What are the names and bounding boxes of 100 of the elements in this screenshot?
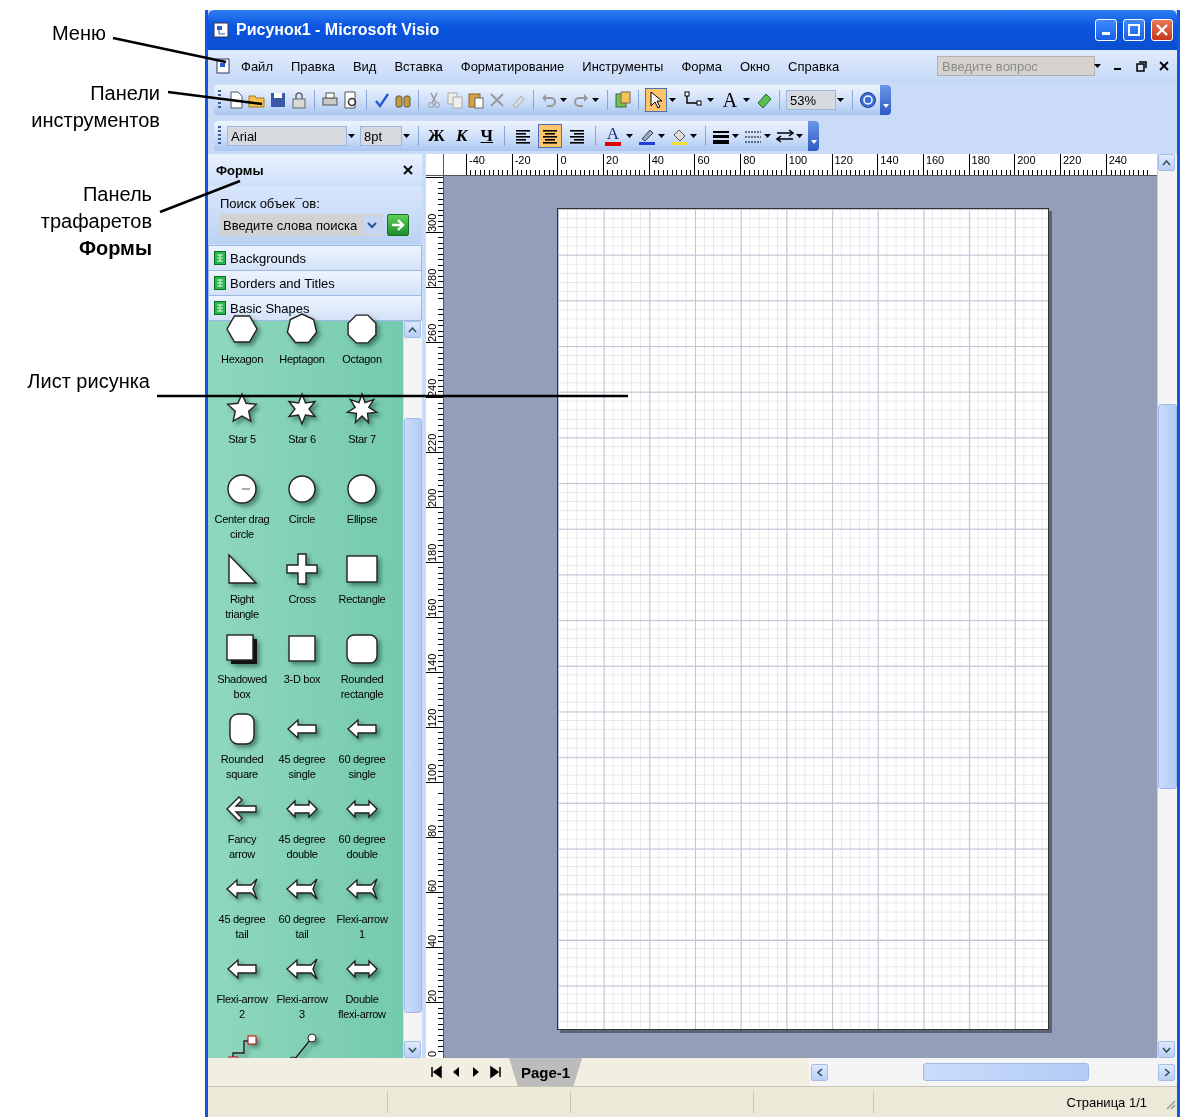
help-search-field[interactable]: Введите вопрос xyxy=(937,56,1095,76)
bold-button[interactable]: Ж xyxy=(425,124,448,148)
menu-item[interactable]: Форматирование xyxy=(451,55,574,77)
line-color-icon[interactable] xyxy=(638,127,657,145)
circle-icon[interactable] xyxy=(224,471,260,507)
eraser-icon[interactable] xyxy=(755,91,773,109)
first-page-icon[interactable] xyxy=(429,1063,443,1081)
caret-icon[interactable] xyxy=(837,98,844,102)
maximize-button[interactable] xyxy=(1123,19,1145,41)
scroll-down-button[interactable] xyxy=(1158,1041,1175,1058)
caret-icon[interactable] xyxy=(592,98,599,102)
dropdown-icon[interactable] xyxy=(364,216,380,234)
stencil-header[interactable]: Borders and Titles xyxy=(208,270,422,296)
caret-icon[interactable] xyxy=(1094,64,1101,68)
caret-icon[interactable] xyxy=(743,98,750,102)
menu-item[interactable]: Окно xyxy=(730,55,780,77)
shape-search-field[interactable]: Введите слова поиска xyxy=(220,214,382,236)
caret-icon[interactable] xyxy=(707,98,714,102)
search-label: Поиск объек¯ов: xyxy=(220,196,321,211)
circle-icon[interactable] xyxy=(344,471,380,507)
chevron-icon xyxy=(408,326,417,333)
scroll-left-button[interactable] xyxy=(811,1063,828,1081)
scroll-up-button[interactable] xyxy=(1158,154,1175,171)
caret-icon[interactable] xyxy=(403,134,410,138)
menu-item[interactable]: Правка xyxy=(281,55,344,77)
chevron-icon xyxy=(408,1046,417,1053)
chevron-icon xyxy=(816,1067,823,1077)
maximize-icon xyxy=(1128,24,1140,36)
shape-label: Hexagon xyxy=(220,352,264,367)
visio-app-icon[interactable] xyxy=(212,21,230,39)
menu-item[interactable]: Справка xyxy=(779,55,849,77)
paste-icon[interactable] xyxy=(467,91,485,109)
fill-color-icon[interactable] xyxy=(670,127,689,145)
stencil-icon[interactable] xyxy=(614,91,632,109)
menu-item[interactable]: Файл xyxy=(232,55,282,77)
new-document-icon[interactable] xyxy=(227,91,245,109)
caret-icon[interactable] xyxy=(732,134,740,138)
save-icon[interactable] xyxy=(269,91,287,109)
shape-label: 45 degree tail xyxy=(217,912,267,942)
caret-icon[interactable] xyxy=(348,134,355,138)
shape-label: Right triangle xyxy=(224,592,260,622)
shape-label: Center drag circle xyxy=(214,512,270,542)
pointer-tool[interactable] xyxy=(645,88,667,112)
square-icon[interactable] xyxy=(224,631,260,667)
window-title: Рисунок1 - Microsoft Visio xyxy=(236,21,441,39)
ruler-label: 220 xyxy=(426,432,439,452)
shape-label: Star 7 xyxy=(347,432,377,447)
ruler-label: 0 xyxy=(426,1049,439,1057)
stencil-icon xyxy=(214,276,226,290)
line-ends-icon[interactable] xyxy=(776,127,795,145)
shape-label: 60 degree tail xyxy=(277,912,327,942)
caret-icon[interactable] xyxy=(796,134,804,138)
align-right-icon xyxy=(567,128,586,144)
scroll-up-button[interactable] xyxy=(404,321,421,338)
scrollbar-thumb[interactable] xyxy=(923,1063,1089,1081)
minimize-button[interactable] xyxy=(1095,19,1117,41)
align-center-button[interactable] xyxy=(537,124,562,148)
caret-icon[interactable] xyxy=(560,98,567,102)
scroll-right-button[interactable] xyxy=(1158,1063,1175,1081)
ruler-label: 300 xyxy=(426,212,439,232)
scrollbar-thumb[interactable] xyxy=(404,418,422,1013)
callout-label: Панель трафаретов Формы xyxy=(39,182,152,261)
caret-icon[interactable] xyxy=(669,98,676,102)
underline-button[interactable]: Ч xyxy=(475,124,498,148)
menu-item[interactable]: Форма xyxy=(672,55,731,77)
cross-icon[interactable] xyxy=(284,551,320,587)
shape-label: 3-D box xyxy=(282,672,322,687)
align-center-icon xyxy=(540,128,559,144)
shape-label: Octagon xyxy=(341,352,383,367)
shape-label: Rounded square xyxy=(219,752,265,782)
page-tab[interactable]: Page-1 xyxy=(509,1058,583,1086)
stencil-header[interactable]: Basic Shapes xyxy=(208,295,422,321)
spelling-icon[interactable] xyxy=(373,91,391,109)
shape-label: Flexi-arrow 2 xyxy=(215,992,269,1022)
font-combo[interactable]: Arial xyxy=(227,126,347,146)
italic-button[interactable]: К xyxy=(450,124,473,148)
caret-icon[interactable] xyxy=(764,134,772,138)
menu-item[interactable]: Вид xyxy=(343,55,386,77)
close-button[interactable] xyxy=(1151,19,1173,41)
zoom-combo[interactable]: 53% xyxy=(786,90,836,110)
ruler-label: 200 xyxy=(426,487,439,507)
scroll-down-button[interactable] xyxy=(404,1041,421,1058)
help-icon[interactable] xyxy=(859,91,877,109)
caret-icon[interactable] xyxy=(690,134,698,138)
octagon-icon[interactable] xyxy=(344,311,380,347)
rounded-square-icon[interactable] xyxy=(344,631,380,667)
lock-icon[interactable] xyxy=(290,91,308,109)
scrollbar-thumb[interactable] xyxy=(1158,404,1177,789)
shape-label: Flexi-arrow 3 xyxy=(275,992,329,1022)
caret-icon[interactable] xyxy=(658,134,666,138)
stencil-header[interactable]: Backgrounds xyxy=(208,245,422,271)
print-icon[interactable] xyxy=(321,91,339,109)
menu-item[interactable]: Вставка xyxy=(385,55,452,77)
font-color-button[interactable]: A xyxy=(601,124,625,148)
menu-item[interactable]: Инструменты xyxy=(573,55,673,77)
go-button[interactable] xyxy=(387,214,409,236)
font-size-combo[interactable]: 8pt xyxy=(360,126,402,146)
last-page-icon[interactable] xyxy=(489,1063,503,1081)
text-tool[interactable]: A xyxy=(719,88,741,112)
caret-icon[interactable] xyxy=(626,134,634,138)
